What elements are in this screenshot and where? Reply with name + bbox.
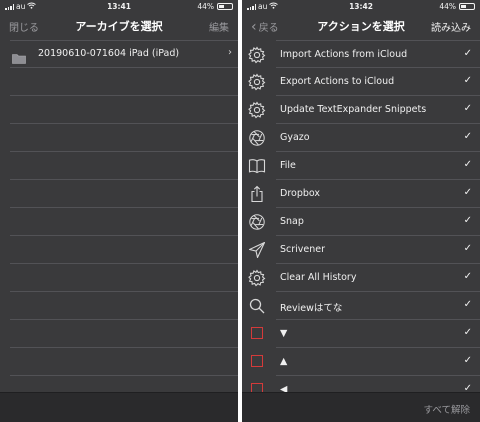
- empty-row: [10, 180, 238, 208]
- archive-select-screen: au 13:41 44% 閉じる アーカイブを選択 編集 20190610-07…: [0, 0, 238, 422]
- action-label: File: [280, 160, 296, 171]
- battery-icon: [217, 3, 233, 10]
- checkmark-icon: ✓: [463, 327, 472, 338]
- checkmark-icon: ✓: [463, 187, 472, 198]
- import-button[interactable]: 読み込み: [431, 19, 471, 34]
- action-label: Update TextExpander Snippets: [280, 104, 427, 115]
- action-row[interactable]: Export Actions to iCloud ✓: [248, 68, 480, 96]
- action-row[interactable]: Clear All History ✓: [248, 264, 480, 292]
- gear-icon: [248, 101, 266, 119]
- edit-button[interactable]: 編集: [209, 19, 229, 34]
- action-row[interactable]: Snap ✓: [249, 208, 480, 236]
- bottom-toolbar: すべて解除: [242, 392, 480, 422]
- action-list: Import Actions from iCloud ✓ Export Action…: [242, 40, 480, 404]
- checkmark-icon: ✓: [463, 299, 472, 310]
- checkmark-icon: ✓: [463, 131, 472, 142]
- action-label: Export Actions to iCloud: [280, 76, 395, 87]
- checkmark-icon: ✓: [463, 215, 472, 226]
- paper-plane-icon: [248, 241, 266, 259]
- status-bar: au 13:42 44%: [242, 0, 480, 12]
- checkmark-icon: ✓: [463, 271, 472, 282]
- action-row[interactable]: Update TextExpander Snippets ✓: [248, 96, 480, 124]
- action-row[interactable]: Dropbox ✓: [251, 180, 480, 208]
- action-row[interactable]: Gyazo ✓: [249, 124, 480, 152]
- empty-row: [10, 264, 238, 292]
- action-row[interactable]: Import Actions from iCloud ✓: [248, 40, 480, 68]
- page-title: アーカイブを選択: [75, 20, 163, 33]
- action-label: ▲: [280, 356, 288, 367]
- checkmark-icon: ✓: [463, 159, 472, 170]
- action-row[interactable]: Reviewはてな ✓: [249, 292, 480, 320]
- status-bar: au 13:41 44%: [0, 0, 238, 12]
- action-label: Snap: [280, 216, 304, 227]
- battery-percent: 44%: [439, 2, 456, 11]
- red-square-icon: [251, 355, 263, 367]
- battery-percent: 44%: [197, 2, 214, 11]
- empty-row: [10, 152, 238, 180]
- chevron-right-icon: ›: [228, 47, 232, 58]
- archive-label: 20190610-071604 iPad (iPad): [38, 48, 180, 59]
- archive-list: 20190610-071604 iPad (iPad) ›: [0, 40, 238, 376]
- red-square-icon: [251, 327, 263, 339]
- bottom-toolbar: [0, 392, 238, 422]
- action-row[interactable]: ▲ ✓: [251, 348, 480, 376]
- checkmark-icon: ✓: [463, 75, 472, 86]
- gear-icon: [248, 73, 266, 91]
- checkmark-icon: ✓: [463, 48, 472, 59]
- empty-row: [10, 96, 238, 124]
- aperture-icon: [248, 213, 266, 231]
- empty-row: [10, 124, 238, 152]
- empty-row: [10, 292, 238, 320]
- gear-icon: [248, 46, 266, 64]
- deselect-all-button[interactable]: すべて解除: [424, 402, 470, 416]
- action-label: Gyazo: [280, 132, 310, 143]
- nav-bar: 閉じる アーカイブを選択 編集: [0, 14, 238, 38]
- battery-icon: [459, 3, 475, 10]
- checkmark-icon: ✓: [463, 103, 472, 114]
- action-select-screen: au 13:42 44% ‹ 戻る アクションを選択 読み込み Import A…: [242, 0, 480, 422]
- search-icon: [248, 297, 266, 315]
- action-row[interactable]: ▼ ✓: [251, 320, 480, 348]
- action-label: Import Actions from iCloud: [280, 49, 408, 60]
- checkmark-icon: ✓: [463, 243, 472, 254]
- action-row[interactable]: Scrivener ✓: [248, 236, 480, 264]
- gear-icon: [248, 269, 266, 287]
- archive-row[interactable]: 20190610-071604 iPad (iPad) ›: [10, 40, 238, 68]
- empty-row: [10, 348, 238, 376]
- share-icon: [248, 185, 266, 203]
- aperture-icon: [248, 129, 266, 147]
- action-label: ▼: [280, 328, 288, 339]
- empty-row: [10, 208, 238, 236]
- action-label: Reviewはてな: [280, 303, 343, 314]
- empty-row: [10, 320, 238, 348]
- nav-bar: ‹ 戻る アクションを選択 読み込み: [242, 14, 480, 38]
- folder-icon: [12, 49, 26, 64]
- book-icon: [248, 157, 266, 175]
- action-row[interactable]: File ✓: [248, 152, 480, 180]
- action-label: Clear All History: [280, 272, 357, 283]
- checkmark-icon: ✓: [463, 355, 472, 366]
- action-label: Dropbox: [280, 188, 321, 199]
- empty-row: [10, 236, 238, 264]
- action-label: Scrivener: [280, 244, 326, 255]
- empty-row: [10, 68, 238, 96]
